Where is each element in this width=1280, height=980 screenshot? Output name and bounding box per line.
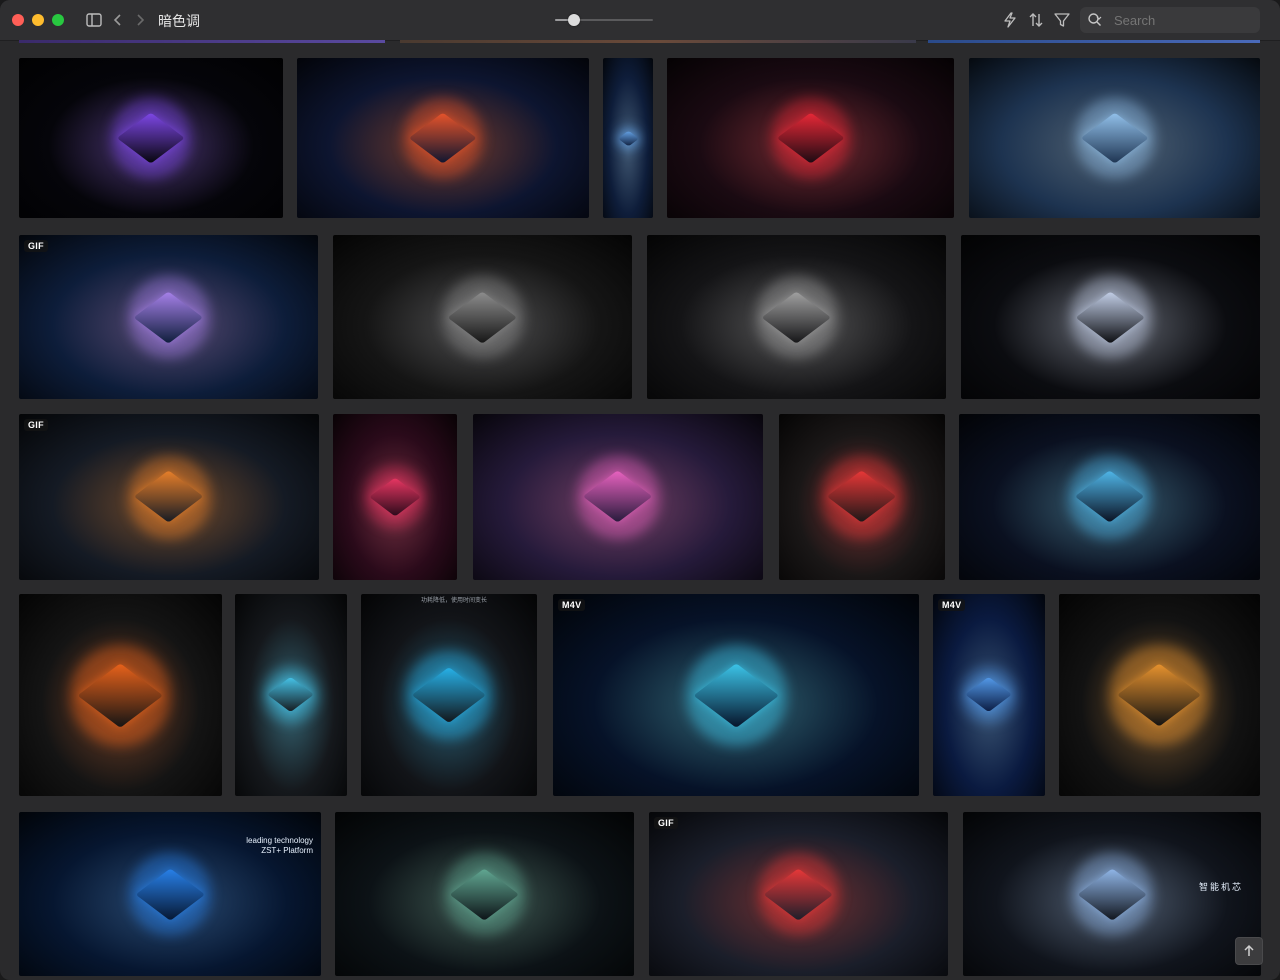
image-caption: leading technology ZST+ Platform <box>246 836 313 855</box>
title-bar: 暗色调 <box>0 0 1280 41</box>
image-thumbnail[interactable] <box>297 58 589 218</box>
format-badge: GIF <box>654 817 678 829</box>
image-thumbnail[interactable]: GIF <box>19 414 319 580</box>
sidebar-icon[interactable] <box>84 10 104 30</box>
image-thumbnail[interactable] <box>647 235 946 399</box>
scroll-to-top-button[interactable] <box>1235 937 1263 965</box>
funnel-icon[interactable] <box>1052 10 1072 30</box>
lightning-icon[interactable] <box>1000 10 1020 30</box>
window-title: 暗色调 <box>158 14 200 30</box>
image-thumbnail[interactable] <box>19 594 222 796</box>
format-badge: M4V <box>938 599 966 611</box>
partial-image-row <box>400 40 916 43</box>
search-box[interactable] <box>1080 7 1260 33</box>
format-badge: GIF <box>24 240 48 252</box>
image-thumbnail[interactable] <box>333 235 632 399</box>
image-thumbnail[interactable] <box>969 58 1260 218</box>
format-badge: M4V <box>558 599 586 611</box>
close-window-button[interactable] <box>12 14 24 26</box>
app-window: 暗色调 GIF GIF 功耗降低，使用时间变长 M4V M4V leading techn… <box>0 0 1280 980</box>
sort-arrows-icon[interactable] <box>1026 10 1046 30</box>
zoom-slider-handle[interactable] <box>567 14 580 26</box>
search-icon <box>1088 13 1102 26</box>
minimize-window-button[interactable] <box>32 14 44 26</box>
image-thumbnail[interactable]: 功耗降低，使用时间变长 <box>361 594 537 796</box>
chevron-left-icon[interactable] <box>108 10 128 30</box>
image-thumbnail[interactable] <box>473 414 763 580</box>
image-thumbnail[interactable] <box>667 58 954 218</box>
arrow-up-icon <box>1244 944 1254 956</box>
zoom-window-button[interactable] <box>52 14 64 26</box>
format-badge: GIF <box>24 419 48 431</box>
image-thumbnail[interactable] <box>335 812 634 976</box>
image-thumbnail[interactable]: M4V <box>553 594 919 796</box>
image-thumbnail[interactable]: GIF <box>649 812 948 976</box>
partial-image-row <box>19 40 385 43</box>
image-thumbnail[interactable] <box>961 235 1260 399</box>
image-caption: 功耗降低，使用时间变长 <box>421 598 488 604</box>
image-thumbnail[interactable]: M4V <box>933 594 1045 796</box>
image-thumbnail[interactable] <box>779 414 945 580</box>
partial-image-row <box>928 40 1260 43</box>
image-thumbnail[interactable] <box>333 414 457 580</box>
image-thumbnail[interactable] <box>235 594 347 796</box>
search-input[interactable] <box>1114 12 1254 28</box>
image-thumbnail[interactable] <box>603 58 653 218</box>
image-thumbnail[interactable]: GIF <box>19 235 318 399</box>
image-thumbnail[interactable]: 智能机芯 <box>963 812 1261 976</box>
image-thumbnail[interactable] <box>1059 594 1260 796</box>
image-caption: 智能机芯 <box>1198 882 1243 892</box>
chevron-right-icon[interactable] <box>130 10 150 30</box>
image-thumbnail[interactable] <box>959 414 1260 580</box>
image-thumbnail[interactable] <box>19 58 283 218</box>
image-thumbnail[interactable]: leading technology ZST+ Platform <box>19 812 321 976</box>
